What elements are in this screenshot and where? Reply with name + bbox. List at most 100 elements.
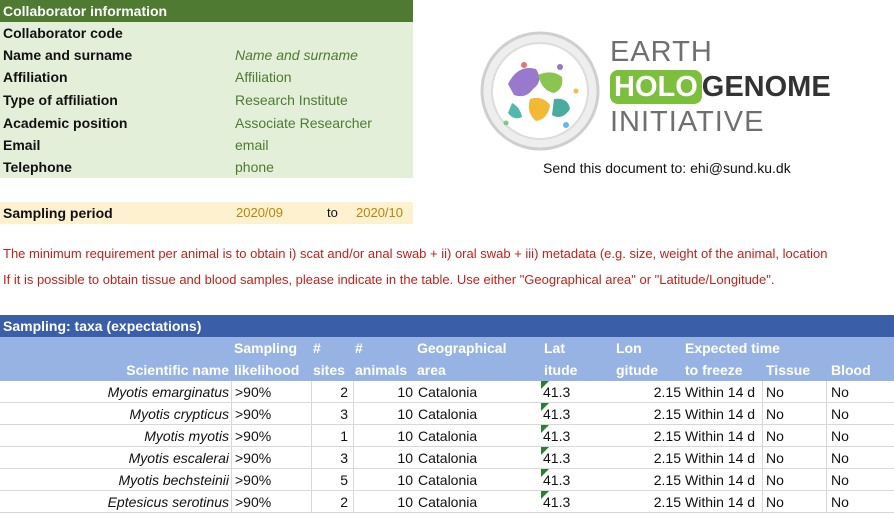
sampling-period-row: Sampling period 2020/09 to 2020/10 (0, 202, 413, 224)
telephone-row[interactable]: Telephone phone (0, 156, 413, 178)
table-row[interactable]: Eptesicus serotinus >90% 2 10 Catalonia … (0, 491, 894, 513)
cell-blood[interactable]: No (831, 381, 849, 403)
cell-likelihood[interactable]: >90% (235, 425, 271, 447)
cell-likelihood[interactable]: >90% (235, 469, 271, 491)
sampling-period-start[interactable]: 2020/09 (236, 202, 283, 224)
cell-blood[interactable]: No (831, 403, 849, 425)
col-header-geo: Geographical (417, 340, 507, 356)
cell-scientific-name[interactable]: Eptesicus serotinus (108, 491, 229, 513)
cell-blood[interactable]: No (831, 469, 849, 491)
col-header-freeze: to freeze (685, 362, 743, 378)
table-row[interactable]: Myotis bechsteinii >90% 5 10 Catalonia 4… (0, 469, 894, 491)
table-row[interactable]: Myotis emarginatus >90% 2 10 Catalonia 4… (0, 381, 894, 403)
affiliation-type-value[interactable]: Research Institute (235, 89, 348, 111)
sampling-period-end[interactable]: 2020/10 (356, 202, 403, 224)
cell-sites[interactable]: 3 (340, 447, 348, 469)
cell-tissue[interactable]: No (766, 447, 784, 469)
cell-sites[interactable]: 5 (340, 469, 348, 491)
name-value[interactable]: Name and surname (235, 44, 358, 66)
cell-longitude[interactable]: 2.15 (654, 403, 681, 425)
name-row[interactable]: Name and surname Name and surname (0, 44, 413, 66)
table-column-headers: Sampling # # Geographical Lat Lon Expect… (0, 337, 894, 381)
cell-scientific-name[interactable]: Myotis myotis (144, 425, 229, 447)
cell-likelihood[interactable]: >90% (235, 403, 271, 425)
cell-freeze[interactable]: Within 14 d (685, 447, 761, 469)
col-header-scientific-name: Scientific name (126, 362, 229, 378)
cell-freeze[interactable]: Within 14 d (685, 425, 761, 447)
cell-likelihood[interactable]: >90% (235, 381, 271, 403)
email-value[interactable]: email (235, 134, 268, 156)
cell-freeze[interactable]: Within 14 d (685, 381, 761, 403)
cell-scientific-name[interactable]: Myotis crypticus (129, 403, 229, 425)
cell-likelihood[interactable]: >90% (235, 447, 271, 469)
cell-sites[interactable]: 3 (340, 403, 348, 425)
cell-area[interactable]: Catalonia (418, 403, 477, 425)
cell-latitude[interactable]: 41.3 (543, 381, 570, 403)
field-label: Collaborator code (3, 25, 123, 41)
cell-blood[interactable]: No (831, 447, 849, 469)
cell-tissue[interactable]: No (766, 469, 784, 491)
cell-longitude[interactable]: 2.15 (654, 381, 681, 403)
email-row[interactable]: Email email (0, 134, 413, 156)
cell-scientific-name[interactable]: Myotis escalerai (129, 447, 229, 469)
cell-animals[interactable]: 10 (397, 447, 413, 469)
cell-freeze[interactable]: Within 14 d (685, 403, 761, 425)
cell-area[interactable]: Catalonia (418, 469, 477, 491)
cell-longitude[interactable]: 2.15 (654, 491, 681, 513)
col-header-gitude: gitude (616, 362, 658, 378)
table-row[interactable]: Myotis escalerai >90% 3 10 Catalonia 41.… (0, 447, 894, 469)
collaborator-section: Collaborator code Name and surname Name … (0, 22, 413, 178)
field-label: Telephone (3, 159, 72, 175)
cell-tissue[interactable]: No (766, 425, 784, 447)
cell-area[interactable]: Catalonia (418, 447, 477, 469)
table-row[interactable]: Myotis myotis >90% 1 10 Catalonia 41.3 2… (0, 425, 894, 447)
cell-scientific-name[interactable]: Myotis bechsteinii (119, 469, 230, 491)
academic-position-row[interactable]: Academic position Associate Researcher (0, 112, 413, 134)
col-header-area: area (417, 362, 446, 378)
cell-animals[interactable]: 10 (397, 491, 413, 513)
col-header-sites: sites (313, 362, 345, 378)
cell-latitude[interactable]: 41.3 (543, 491, 570, 513)
col-header-lon: Lon (616, 340, 642, 356)
cell-blood[interactable]: No (831, 491, 849, 513)
cell-area[interactable]: Catalonia (418, 381, 477, 403)
logo-line-earth: EARTH (610, 36, 713, 68)
affiliation-row[interactable]: Affiliation Affiliation (0, 66, 413, 88)
collaborator-code-row[interactable]: Collaborator code (0, 22, 413, 44)
cell-sites[interactable]: 1 (340, 425, 348, 447)
cell-area[interactable]: Catalonia (418, 425, 477, 447)
cell-sites[interactable]: 2 (340, 381, 348, 403)
academic-position-value[interactable]: Associate Researcher (235, 112, 372, 134)
cell-latitude[interactable]: 41.3 (543, 425, 570, 447)
cell-area[interactable]: Catalonia (418, 491, 477, 513)
affiliation-value[interactable]: Affiliation (235, 66, 292, 88)
cell-animals[interactable]: 10 (397, 381, 413, 403)
cell-animals[interactable]: 10 (397, 403, 413, 425)
col-header-sites-hash: # (313, 340, 321, 356)
cell-tissue[interactable]: No (766, 403, 784, 425)
cell-likelihood[interactable]: >90% (235, 491, 271, 513)
cell-blood[interactable]: No (831, 425, 849, 447)
col-header-time: Expected time (685, 340, 780, 356)
cell-animals[interactable]: 10 (397, 425, 413, 447)
telephone-value[interactable]: phone (235, 156, 274, 178)
cell-longitude[interactable]: 2.15 (654, 447, 681, 469)
cell-longitude[interactable]: 2.15 (654, 425, 681, 447)
affiliation-type-row[interactable]: Type of affiliation Research Institute (0, 89, 413, 111)
collaborator-section-header: Collaborator information (0, 0, 413, 22)
logo-line-hologenome: HOLO GENOME (610, 70, 831, 104)
field-label: Name and surname (3, 47, 133, 63)
cell-tissue[interactable]: No (766, 491, 784, 513)
cell-freeze[interactable]: Within 14 d (685, 469, 761, 491)
cell-sites[interactable]: 2 (340, 491, 348, 513)
cell-longitude[interactable]: 2.15 (654, 469, 681, 491)
cell-freeze[interactable]: Within 14 d (685, 491, 761, 513)
cell-latitude[interactable]: 41.3 (543, 447, 570, 469)
cell-animals[interactable]: 10 (397, 469, 413, 491)
cell-scientific-name[interactable]: Myotis emarginatus (108, 381, 229, 403)
table-row[interactable]: Myotis crypticus >90% 3 10 Catalonia 41.… (0, 403, 894, 425)
cell-latitude[interactable]: 41.3 (543, 469, 570, 491)
tissue-blood-note: If it is possible to obtain tissue and b… (3, 272, 775, 287)
cell-tissue[interactable]: No (766, 381, 784, 403)
cell-latitude[interactable]: 41.3 (543, 403, 570, 425)
